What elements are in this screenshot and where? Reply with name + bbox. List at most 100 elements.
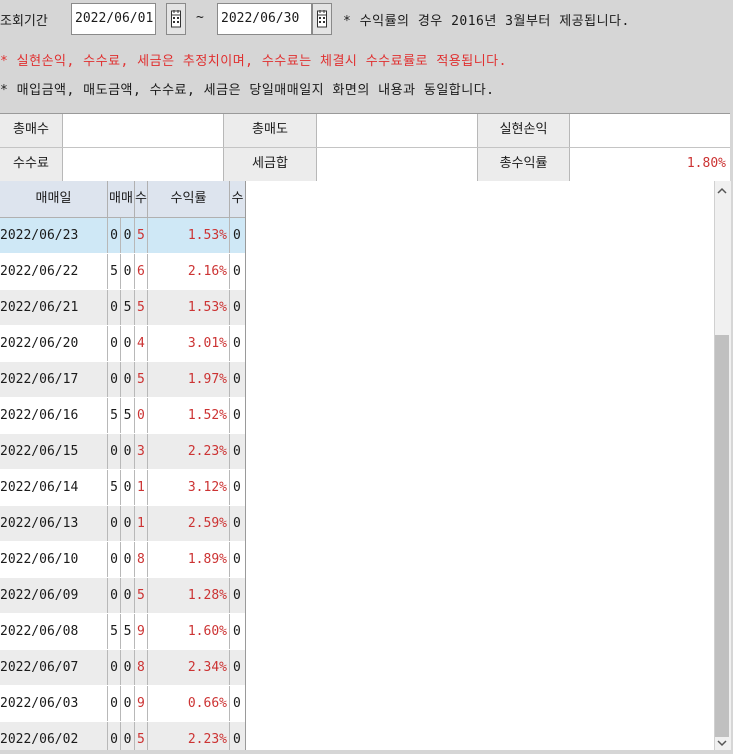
table-row[interactable]: 2022/06/07 0 0 8 2.34% 0 (0, 650, 245, 685)
header-col3[interactable]: 수 (135, 181, 148, 217)
col-a-cell: 0 (108, 542, 121, 577)
return-rate-cell: 2.34% (148, 650, 230, 685)
return-rate-cell: 1.89% (148, 542, 230, 577)
trade-date-cell: 2022/06/17 (0, 362, 108, 397)
fee-cell: 0 (233, 264, 241, 279)
table-row[interactable]: 2022/06/02 0 0 5 2.23% 0 (0, 722, 245, 750)
return-rate-cell: 0.66% (148, 686, 230, 721)
col-a-cell: 0 (108, 434, 121, 469)
fee-cell: 0 (233, 552, 241, 567)
fee-cell: 0 (233, 300, 241, 315)
return-rate-cell: 1.97% (148, 362, 230, 397)
table-row[interactable]: 2022/06/17 0 0 5 1.97% 0 (0, 362, 245, 397)
col-b-cell: 0 (121, 542, 135, 577)
col-b-cell: 0 (121, 722, 135, 750)
return-rate-cell: 1.28% (148, 578, 230, 613)
return-rate-cell: 3.12% (148, 470, 230, 505)
table-row[interactable]: 2022/06/20 0 0 4 3.01% 0 (0, 326, 245, 361)
fee-label: 수수료 (0, 148, 63, 181)
trade-date-cell: 2022/06/20 (0, 326, 108, 361)
header-return-rate[interactable]: 수익률 (148, 181, 230, 217)
table-row[interactable]: 2022/06/09 0 0 5 1.28% 0 (0, 578, 245, 613)
col-b-cell: 0 (121, 470, 135, 505)
total-buy-value (63, 114, 223, 147)
table-row[interactable]: 2022/06/21 0 5 5 1.53% 0 (0, 290, 245, 325)
summary-table: 총매수 총매도 실현손익 수수료 세금합 총수익률 1.80% (0, 113, 730, 183)
col-c-cell: 5 (135, 362, 148, 397)
return-rate-cell: 1.60% (148, 614, 230, 649)
table-row[interactable]: 2022/06/13 0 0 1 2.59% 0 (0, 506, 245, 541)
fee-cell: 0 (233, 624, 241, 639)
grid-header: 매매일 매매 수 수익률 수 (0, 181, 245, 218)
trade-date-cell: 2022/06/07 (0, 650, 108, 685)
fee-cell: 0 (233, 660, 241, 675)
col-c-cell: 9 (135, 614, 148, 649)
col-b-cell: 0 (121, 326, 135, 361)
table-row[interactable]: 2022/06/08 5 5 9 1.60% 0 (0, 614, 245, 649)
scroll-down-button[interactable] (714, 736, 730, 750)
return-rate-cell: 2.23% (148, 722, 230, 750)
table-row[interactable]: 2022/06/10 0 0 8 1.89% 0 (0, 542, 245, 577)
fee-cell: 0 (233, 336, 241, 351)
trade-date-cell: 2022/06/03 (0, 686, 108, 721)
col-c-cell: 1 (135, 470, 148, 505)
trade-date-cell: 2022/06/22 (0, 254, 108, 289)
return-rate-cell: 2.59% (148, 506, 230, 541)
scrollbar-thumb[interactable] (715, 335, 729, 737)
fee-cell: 0 (233, 480, 241, 495)
start-date-input[interactable]: 2022/06/01 (71, 3, 156, 35)
col-b-cell: 0 (121, 686, 135, 721)
trade-date-cell: 2022/06/09 (0, 578, 108, 613)
return-rate-cell: 2.23% (148, 434, 230, 469)
calendar-icon (171, 10, 181, 28)
return-rate-cell: 1.53% (148, 218, 230, 253)
col-b-cell: 5 (121, 398, 135, 433)
chevron-up-icon (714, 187, 730, 202)
col-a-cell: 0 (108, 290, 121, 325)
end-date-input[interactable]: 2022/06/30 (217, 3, 312, 35)
col-c-cell: 5 (135, 578, 148, 613)
trade-date-cell: 2022/06/10 (0, 542, 108, 577)
col-a-cell: 0 (108, 722, 121, 750)
col-a-cell: 0 (108, 650, 121, 685)
trade-date-cell: 2022/06/13 (0, 506, 108, 541)
table-row[interactable]: 2022/06/16 5 5 0 1.52% 0 (0, 398, 245, 433)
total-sell-value (317, 114, 477, 147)
trade-date-cell: 2022/06/23 (0, 218, 108, 253)
table-row[interactable]: 2022/06/22 5 0 6 2.16% 0 (0, 254, 245, 289)
return-rate-cell: 2.16% (148, 254, 230, 289)
tax-value (317, 148, 477, 181)
return-rate-cell: 1.52% (148, 398, 230, 433)
total-buy-label: 총매수 (0, 114, 63, 147)
trade-journal-grid[interactable]: 매매일 매매 수 수익률 수 2022/06/23 0 0 5 1.53% 0 2022/0… (0, 181, 246, 750)
total-return-value: 1.80% (570, 148, 730, 181)
header-trade[interactable]: 매매 (108, 181, 135, 217)
table-row[interactable]: 2022/06/15 0 0 3 2.23% 0 (0, 434, 245, 469)
return-rate-cell: 3.01% (148, 326, 230, 361)
realized-pl-value (570, 114, 730, 147)
trade-date-cell: 2022/06/21 (0, 290, 108, 325)
col-c-cell: 5 (135, 218, 148, 253)
header-col5[interactable]: 수 (230, 181, 245, 217)
col-a-cell: 0 (108, 218, 121, 253)
col-a-cell: 5 (108, 470, 121, 505)
col-a-cell: 5 (108, 254, 121, 289)
table-row[interactable]: 2022/06/23 0 0 5 1.53% 0 (0, 218, 245, 253)
table-row[interactable]: 2022/06/14 5 0 1 3.12% 0 (0, 470, 245, 505)
col-c-cell: 5 (135, 722, 148, 750)
col-c-cell: 8 (135, 650, 148, 685)
return-rate-cell: 1.53% (148, 290, 230, 325)
fee-cell: 0 (233, 588, 241, 603)
scroll-up-button[interactable] (714, 184, 730, 198)
table-row[interactable]: 2022/06/03 0 0 9 0.66% 0 (0, 686, 245, 721)
header-trade-date[interactable]: 매매일 (0, 181, 108, 217)
fee-cell: 0 (233, 696, 241, 711)
start-date-calendar-button[interactable] (166, 3, 186, 35)
trade-date-cell: 2022/06/16 (0, 398, 108, 433)
col-b-cell: 0 (121, 578, 135, 613)
calendar-icon (317, 10, 327, 28)
col-a-cell: 5 (108, 398, 121, 433)
tax-label: 세금합 (223, 148, 317, 181)
end-date-calendar-button[interactable] (312, 3, 332, 35)
col-b-cell: 5 (121, 614, 135, 649)
